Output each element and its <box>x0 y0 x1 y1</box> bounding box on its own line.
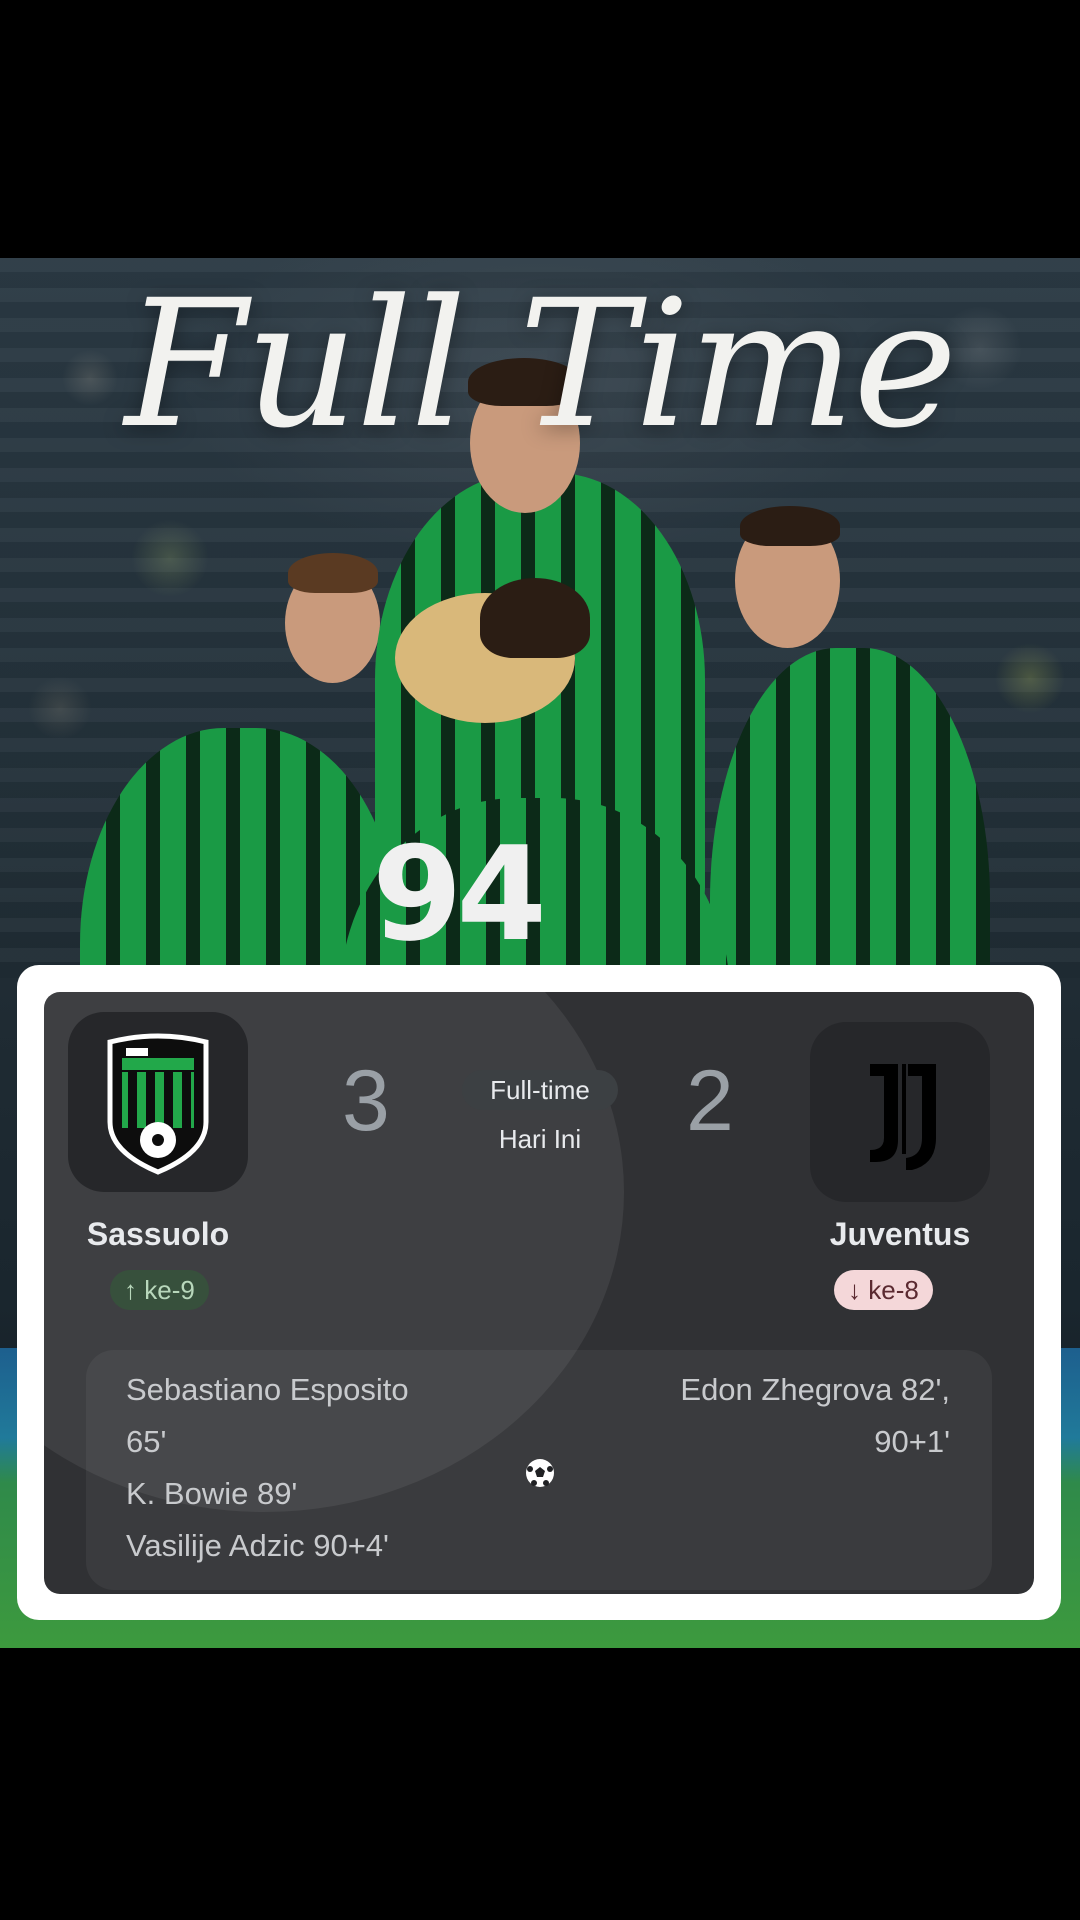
away-logo-tile[interactable] <box>810 1022 990 1202</box>
home-team-name[interactable]: Sassuolo <box>68 1216 248 1253</box>
full-time-title: Full Time <box>124 262 958 467</box>
jersey-number: 94 <box>372 818 547 970</box>
home-scorer-line: Vasilije Adzic 90+4' <box>126 1528 389 1563</box>
player-right-hair <box>740 506 840 546</box>
player-left-hair <box>288 553 378 593</box>
away-rank-label: ke-8 <box>868 1275 919 1305</box>
match-date: Hari Ini <box>498 1124 582 1154</box>
sassuolo-crest-icon <box>107 1033 209 1175</box>
away-scorer-line: 90+1' <box>874 1424 950 1459</box>
home-scorer-line: K. Bowie 89' <box>126 1476 298 1511</box>
match-scorecard[interactable]: 3 Sassuolo ↑ ke-9 Full-time Hari Ini 2 J… <box>44 992 1034 1594</box>
arrow-up-icon: ↑ <box>124 1275 137 1305</box>
home-rank-label: ke-9 <box>144 1275 195 1305</box>
away-score: 2 <box>686 1053 734 1149</box>
arrow-down-icon: ↓ <box>848 1275 861 1305</box>
away-team-name[interactable]: Juventus <box>810 1216 990 1253</box>
home-score: 3 <box>342 1053 390 1149</box>
home-rank-badge: ↑ ke-9 <box>110 1270 209 1310</box>
home-scorer-line: 65' <box>126 1424 167 1459</box>
home-scorer-line: Sebastiano Esposito <box>126 1372 409 1407</box>
away-rank-badge: ↓ ke-8 <box>834 1270 933 1310</box>
soccer-ball-icon <box>526 1459 554 1487</box>
player-center-hair <box>480 578 590 658</box>
home-logo-tile[interactable] <box>68 1012 248 1192</box>
juventus-logo-icon <box>870 1064 936 1170</box>
match-status: Full-time <box>462 1070 618 1110</box>
away-scorer-line: Edon Zhegrova 82', <box>680 1372 950 1407</box>
